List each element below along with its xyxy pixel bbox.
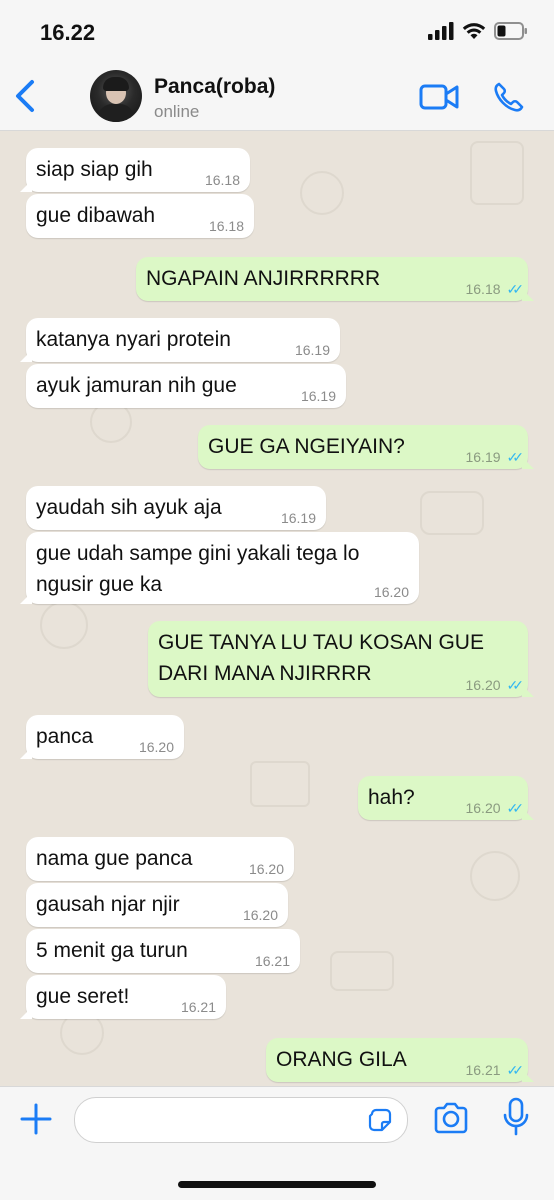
read-receipt-icon: ✓✓ [506,449,525,465]
bubble-tail [20,1007,32,1019]
outgoing-message[interactable]: hah? 16.20 ✓✓ [358,776,534,820]
bubble-tail [522,289,534,301]
bubble-tail [20,592,32,604]
read-receipt-icon: ✓✓ [506,677,525,693]
message-meta: 16.20 ✓✓ [465,800,525,816]
outgoing-message[interactable]: ORANG GILA 16.21 ✓✓ [266,1038,534,1082]
message-meta: 16.20 ✓✓ [465,677,525,693]
message-input[interactable] [74,1097,408,1143]
message-time: 16.20 [373,584,409,600]
message-time: 16.18 [465,281,501,297]
message-time: 16.19 [300,388,336,404]
bubble-tail [20,350,32,362]
message-meta: 16.21 [181,999,216,1015]
microphone-icon[interactable] [502,1097,530,1137]
message-text: NGAPAIN ANJIRRRRRR [146,267,381,290]
message-text: nama gue panca [36,847,193,870]
message-text: 5 menit ga turun [36,939,188,962]
message-text: gausah njar njir [36,893,180,916]
video-call-icon[interactable] [418,82,460,112]
message-text: ngusir gue ka [36,573,163,596]
message-meta: 16.19 [301,388,336,404]
message-meta: 16.19 [295,342,330,358]
message-meta: 16.21 ✓✓ [465,1062,525,1078]
message-text: yaudah sih ayuk aja [36,496,222,519]
input-bar [0,1086,554,1200]
avatar[interactable] [90,70,142,122]
message-meta: 16.20 [374,584,409,600]
message-time: 16.19 [294,342,330,358]
incoming-message[interactable]: katanya nyari protein 16.19 [20,318,340,362]
outgoing-message[interactable]: NGAPAIN ANJIRRRRRR 16.18 ✓✓ [136,257,534,301]
incoming-message[interactable]: nama gue panca 16.20 [26,837,294,881]
message-text: GUE TANYA LU TAU KOSAN GUE [158,631,484,654]
chat-area[interactable]: siap siap gih 16.18 gue dibawah 16.18 NGAPAI… [0,131,554,1086]
incoming-message[interactable]: gausah njar njir 16.20 [26,883,288,927]
bubble-tail [20,747,32,759]
message-time: 16.21 [465,1062,501,1078]
message-time: 16.19 [280,510,316,526]
chat-header: Panca(roba) online [0,62,554,131]
bubble-tail [522,457,534,469]
message-time: 16.20 [242,907,278,923]
read-receipt-icon: ✓✓ [506,281,525,297]
contact-status: online [154,102,200,121]
bubble-tail [522,808,534,820]
plus-icon[interactable] [18,1101,54,1137]
signal-icon [428,22,454,40]
incoming-message[interactable]: gue dibawah 16.18 [26,194,254,238]
home-indicator[interactable] [178,1181,376,1188]
incoming-message[interactable]: gue seret! 16.21 [20,975,226,1019]
read-receipt-icon: ✓✓ [506,1062,525,1078]
battery-icon [494,22,527,40]
camera-icon[interactable] [432,1101,470,1135]
chevron-left-icon[interactable] [10,76,44,116]
message-meta: 16.20 [249,861,284,877]
incoming-message[interactable]: gue udah sampe gini yakali tega lo ngusir… [20,532,419,604]
message-meta: 16.20 [139,739,174,755]
message-text: ayuk jamuran nih gue [36,374,237,397]
phone-icon[interactable] [492,80,526,114]
message-time: 16.18 [208,218,244,234]
bubble-tail [522,1070,534,1082]
message-meta: 16.18 [205,172,240,188]
message-meta: 16.19 ✓✓ [465,449,525,465]
contact-name[interactable]: Panca(roba) [154,75,275,99]
status-bar: 16.22 [0,0,554,62]
bubble-tail [522,685,534,697]
message-time: 16.21 [254,953,290,969]
message-time: 16.20 [248,861,284,877]
message-text: katanya nyari protein [36,328,231,351]
status-icons [428,22,528,40]
message-text: gue udah sampe gini yakali tega lo [36,542,360,565]
message-meta: 16.21 [255,953,290,969]
message-time: 16.20 [465,800,501,816]
message-time: 16.20 [138,739,174,755]
outgoing-message[interactable]: GUE GA NGEIYAIN? 16.19 ✓✓ [198,425,534,469]
message-meta: 16.18 ✓✓ [465,281,525,297]
message-time: 16.21 [180,999,216,1015]
incoming-message[interactable]: 5 menit ga turun 16.21 [26,929,300,973]
message-time: 16.20 [465,677,501,693]
message-meta: 16.19 [281,510,316,526]
read-receipt-icon: ✓✓ [506,800,525,816]
incoming-message[interactable]: panca 16.20 [20,715,184,759]
outgoing-message[interactable]: GUE TANYA LU TAU KOSAN GUE DARI MANA NJIR… [148,621,534,697]
message-text: DARI MANA NJIRRRR [158,662,372,685]
bubble-tail [20,180,32,192]
message-meta: 16.18 [209,218,244,234]
incoming-message[interactable]: yaudah sih ayuk aja 16.19 [26,486,326,530]
status-time: 16.22 [40,20,96,45]
incoming-message[interactable]: ayuk jamuran nih gue 16.19 [26,364,346,408]
incoming-message[interactable]: siap siap gih 16.18 [20,148,250,192]
sticker-icon[interactable] [368,1108,392,1132]
message-time: 16.18 [204,172,240,188]
message-time: 16.19 [465,449,501,465]
message-meta: 16.20 [243,907,278,923]
wifi-icon [462,23,486,39]
